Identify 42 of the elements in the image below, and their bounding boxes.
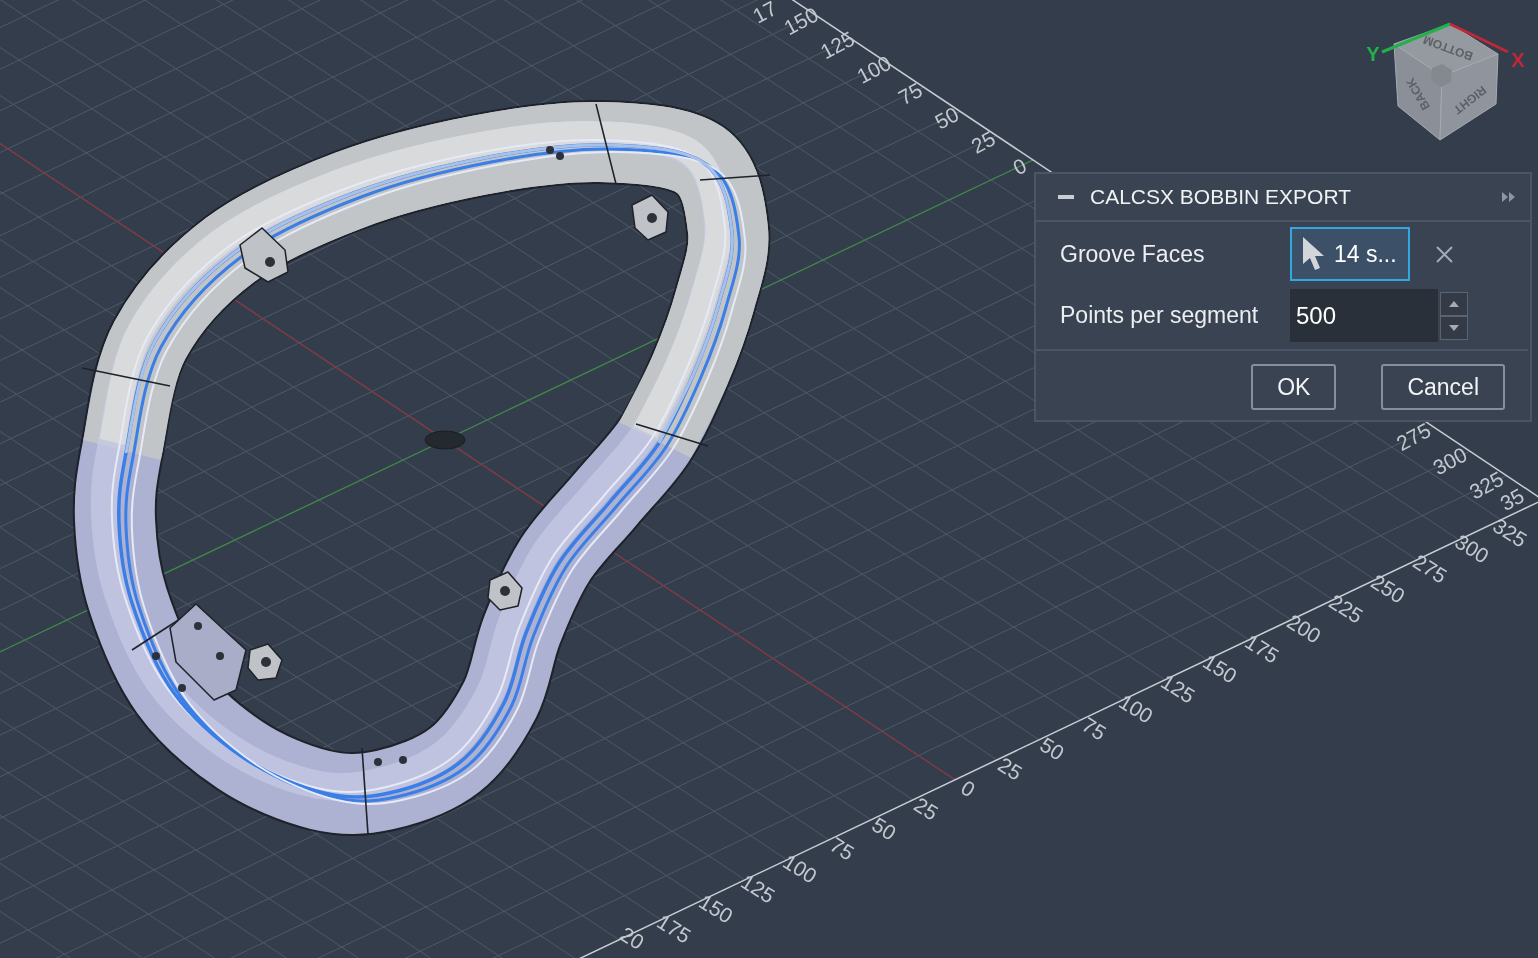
axis-tick-label: 150 — [695, 889, 738, 928]
axis-tick-label: 200 — [1283, 609, 1326, 648]
number-field[interactable]: 500 — [1290, 289, 1438, 342]
axis-tick-label: 175 — [1241, 629, 1284, 668]
axis-tick-label: 150 — [1199, 649, 1242, 688]
axis-tick-label: 0 — [957, 775, 980, 802]
axis-tick-label: 50 — [868, 812, 901, 845]
axis-tick-label: 100 — [1115, 689, 1158, 728]
axis-tick-label: 250 — [1367, 569, 1410, 608]
caret-down-icon — [1448, 323, 1460, 332]
axis-tick-label: 25 — [994, 752, 1027, 785]
axis-tick-label: 75 — [826, 832, 859, 865]
dialog-title: CALCSX BOBBIN EXPORT — [1090, 185, 1353, 209]
field-label: Points per segment — [1060, 302, 1260, 329]
field-label: Groove Faces — [1060, 240, 1206, 268]
caret-up-icon — [1448, 299, 1460, 308]
axis-tick-label: 20 — [616, 922, 649, 954]
cursor-arrow-icon — [1302, 236, 1326, 272]
axis-tick-label: 275 — [1409, 549, 1452, 588]
spin-up-button[interactable] — [1440, 291, 1468, 316]
axis-tick-label: 17 — [748, 0, 781, 28]
axis-tick-label: 25 — [910, 792, 943, 825]
origin-marker-icon — [424, 430, 466, 450]
dialog-button[interactable]: OK — [1251, 364, 1337, 410]
axis-tick-label: 75 — [1078, 712, 1111, 745]
axis-letter: Y — [1366, 43, 1380, 65]
axis-tick-label: 100 — [779, 849, 822, 888]
axis-tick-label: 50 — [1036, 732, 1069, 765]
axis-tick-label: 175 — [653, 909, 696, 948]
spin-down-button[interactable] — [1440, 315, 1468, 340]
axis-tick-label: 0 — [1009, 153, 1031, 180]
selection-button[interactable]: 14 s... — [1290, 227, 1410, 281]
axis-tick-label: 125 — [737, 869, 780, 908]
axis-tick-label: 50 — [931, 102, 963, 134]
axis-letter: X — [1511, 49, 1525, 71]
dialog-button[interactable]: Cancel — [1381, 364, 1505, 410]
axis-tick-label: 125 — [1157, 669, 1200, 708]
axis-tick-label: 25 — [967, 126, 999, 158]
axis-tick-label: 225 — [1325, 589, 1368, 628]
close-icon[interactable] — [1436, 245, 1453, 263]
axis-tick-label: 75 — [894, 77, 926, 110]
double-arrow-icon[interactable] — [1502, 192, 1516, 202]
